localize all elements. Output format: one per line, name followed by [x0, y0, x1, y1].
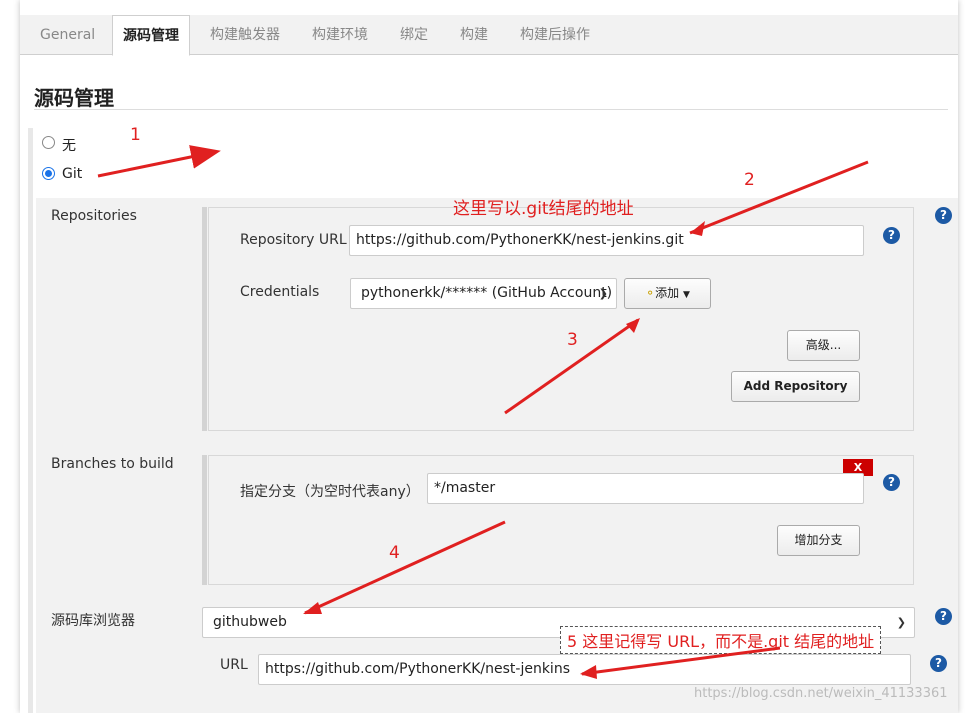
repositories-label: Repositories — [51, 208, 137, 224]
annotation-git-address-note: 这里写以.git结尾的地址 — [453, 199, 634, 219]
tab-bindings[interactable]: 绑定 — [400, 15, 428, 55]
credentials-label: Credentials — [240, 284, 320, 300]
branches-panel-bar — [202, 455, 207, 585]
add-credentials-button[interactable]: ⚬添加 ▼ — [624, 278, 711, 309]
branch-specifier-help-icon[interactable]: ? — [883, 474, 900, 491]
browser-url-help-icon[interactable]: ? — [930, 655, 947, 672]
repository-browser-help-icon[interactable]: ? — [935, 608, 952, 625]
browser-url-input[interactable]: https://github.com/PythonerKK/nest-jenki… — [258, 654, 911, 685]
repository-url-input[interactable]: https://github.com/PythonerKK/nest-jenki… — [349, 225, 864, 256]
repository-browser-label: 源码库浏览器 — [51, 613, 135, 629]
repository-url-help-icon[interactable]: ? — [883, 227, 900, 244]
branch-specifier-input[interactable]: */master — [427, 473, 864, 504]
scm-none-radio[interactable] — [42, 136, 55, 149]
tab-bar: General 源码管理 构建触发器 构建环境 绑定 构建 构建后操作 — [20, 15, 958, 56]
repositories-help-icon[interactable]: ? — [935, 207, 952, 224]
scm-git-radio[interactable] — [42, 167, 55, 180]
tab-build-environment[interactable]: 构建环境 — [312, 15, 368, 55]
tab-general[interactable]: General — [40, 15, 95, 55]
scm-none-label: 无 — [62, 138, 76, 154]
section-title: 源码管理 — [34, 86, 114, 110]
caret-down-icon: ▼ — [682, 290, 690, 300]
watermark: https://blog.csdn.net/weixin_41133361 — [694, 686, 948, 701]
add-branch-button[interactable]: 增加分支 — [777, 525, 860, 556]
credentials-selected-value: pythonerkk/****** (GitHub Account) — [361, 285, 613, 301]
tab-source-code-management[interactable]: 源码管理 — [112, 15, 190, 56]
annotation-step-4: 4 — [389, 543, 400, 563]
annotation-step-2: 2 — [744, 170, 755, 190]
key-icon: ⚬ — [645, 286, 656, 300]
branches-to-build-label: Branches to build — [51, 456, 174, 472]
branch-specifier-label: 指定分支（为空时代表any） — [240, 484, 420, 500]
annotation-url-note: 5 这里记得写 URL，而不是.git 结尾的地址 — [560, 626, 882, 654]
section-divider — [34, 109, 948, 110]
tab-build-triggers[interactable]: 构建触发器 — [210, 15, 280, 55]
section-indent-bar — [28, 128, 33, 713]
scm-git-label: Git — [62, 166, 83, 182]
chevron-down-icon: ❯ — [598, 287, 608, 300]
tab-post-build-actions[interactable]: 构建后操作 — [520, 15, 590, 55]
repository-browser-value: githubweb — [213, 614, 287, 630]
repositories-panel-bar — [202, 207, 207, 431]
annotation-step-3: 3 — [567, 330, 578, 350]
credentials-select[interactable]: pythonerkk/****** (GitHub Account) ❯ — [350, 278, 617, 309]
advanced-button[interactable]: 高级... — [787, 330, 860, 361]
jenkins-config-window: General 源码管理 构建触发器 构建环境 绑定 构建 构建后操作 源码管理… — [20, 0, 958, 713]
add-credentials-label: 添加 — [655, 286, 680, 300]
chevron-down-icon: ❯ — [896, 616, 906, 629]
annotation-step-1: 1 — [130, 125, 141, 145]
add-repository-button[interactable]: Add Repository — [731, 371, 860, 402]
browser-url-label: URL — [220, 657, 248, 673]
tab-build[interactable]: 构建 — [460, 15, 488, 55]
repository-url-label: Repository URL — [240, 232, 347, 248]
